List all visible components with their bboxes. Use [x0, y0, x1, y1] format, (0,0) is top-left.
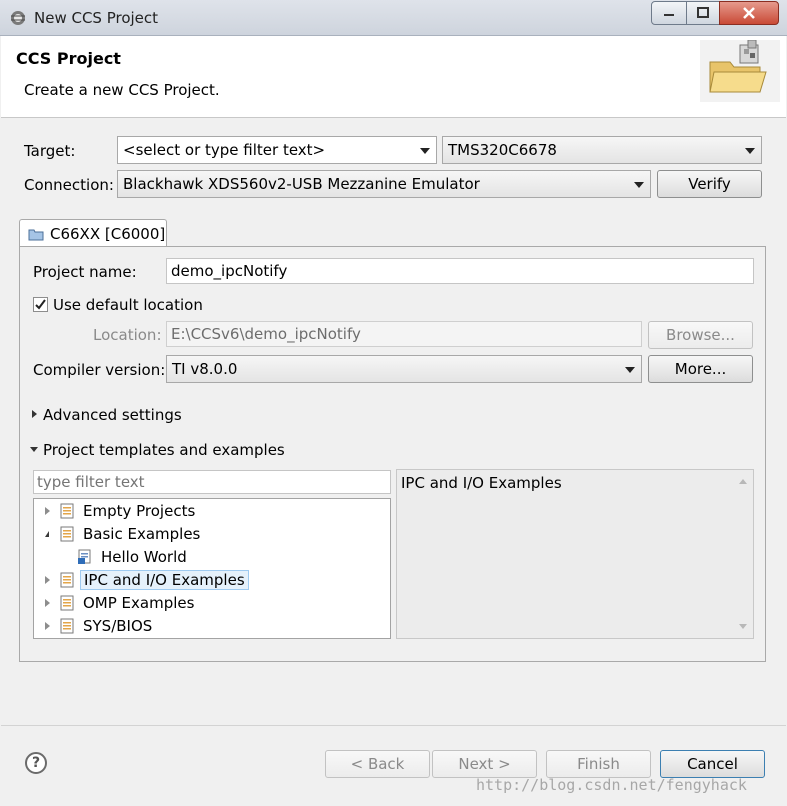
- page-description: Create a new CCS Project.: [24, 81, 220, 99]
- minimize-button[interactable]: [651, 1, 687, 25]
- tree-item-hello-world[interactable]: Hello World: [77, 546, 190, 568]
- target-filter-combo[interactable]: <select or type filter text>: [117, 136, 437, 164]
- tab-c66xx[interactable]: C66XX [C6000]: [19, 219, 167, 247]
- target-device-value: TMS320C6678: [448, 141, 557, 159]
- connection-label: Connection:: [24, 176, 114, 194]
- expand-arrow-icon[interactable]: [41, 576, 53, 584]
- dropdown-arrow-icon: [625, 367, 635, 373]
- back-button: < Back: [325, 750, 430, 778]
- dropdown-arrow-icon: [420, 148, 430, 154]
- tab-label: C66XX [C6000]: [50, 224, 166, 243]
- target-device-combo[interactable]: TMS320C6678: [442, 136, 762, 164]
- scroll-down-icon: [739, 624, 747, 629]
- tree-item-label: Basic Examples: [83, 525, 201, 543]
- target-filter-value: <select or type filter text>: [123, 141, 326, 159]
- tree-item-label: Hello World: [101, 548, 187, 566]
- footer-separator: [1, 725, 786, 726]
- description-scrollbar[interactable]: [733, 470, 753, 638]
- template-folder-icon: [60, 572, 74, 588]
- help-icon[interactable]: ?: [25, 752, 47, 774]
- scroll-up-icon: [739, 479, 747, 484]
- maximize-button[interactable]: [686, 1, 720, 25]
- compiler-version-value: TI v8.0.0: [172, 360, 238, 378]
- tree-item-label: IPC and I/O Examples: [80, 570, 249, 590]
- template-description-pane: [396, 469, 754, 639]
- expand-arrow-icon[interactable]: [41, 507, 53, 515]
- dropdown-arrow-icon: [745, 148, 755, 154]
- template-folder-icon: [60, 618, 74, 634]
- tree-item-ipc-io-examples[interactable]: IPC and I/O Examples: [41, 569, 249, 591]
- more-button[interactable]: More...: [648, 355, 753, 383]
- template-folder-icon: [60, 595, 74, 611]
- page-title: CCS Project: [16, 49, 121, 68]
- tree-item-omp-examples[interactable]: OMP Examples: [41, 592, 197, 614]
- project-name-value: demo_ipcNotify: [171, 262, 288, 280]
- new-project-folder-icon: [700, 40, 780, 102]
- template-description-text: IPC and I/O Examples: [401, 474, 562, 492]
- location-label: Location:: [93, 326, 162, 344]
- checkmark-icon: [35, 299, 46, 310]
- templates-section-toggle[interactable]: Project templates and examples: [43, 441, 285, 459]
- chevron-down-icon[interactable]: [30, 447, 38, 452]
- project-name-label: Project name:: [33, 263, 137, 281]
- template-folder-icon: [60, 503, 74, 519]
- expand-arrow-icon[interactable]: [41, 599, 53, 607]
- browse-button: Browse...: [648, 321, 753, 349]
- tree-item-label: Empty Projects: [83, 502, 196, 520]
- example-project-icon: [78, 549, 91, 564]
- maximize-icon: [697, 7, 709, 18]
- compiler-version-combo[interactable]: TI v8.0.0: [166, 355, 642, 383]
- template-folder-icon: [60, 526, 74, 542]
- collapse-arrow-icon[interactable]: [41, 531, 53, 537]
- watermark-text: http://blog.csdn.net/fengyhack: [476, 776, 747, 794]
- default-location-checkbox[interactable]: [33, 297, 48, 312]
- template-filter-input[interactable]: [33, 470, 391, 494]
- chevron-right-icon[interactable]: [32, 410, 37, 418]
- finish-button: Finish: [546, 750, 651, 778]
- eclipse-app-icon: [11, 11, 25, 25]
- close-icon: [743, 7, 755, 19]
- location-input: E:\CCSv6\demo_ipcNotify: [166, 321, 642, 347]
- dropdown-arrow-icon: [634, 182, 644, 188]
- folder-icon: [28, 229, 44, 240]
- tree-item-sys-bios[interactable]: SYS/BIOS: [41, 615, 155, 637]
- next-button: Next >: [432, 750, 537, 778]
- connection-value: Blackhawk XDS560v2-USB Mezzanine Emulato…: [123, 175, 480, 193]
- close-window-button[interactable]: [719, 1, 779, 25]
- tree-item-basic-examples[interactable]: Basic Examples: [41, 523, 203, 545]
- verify-button[interactable]: Verify: [657, 170, 762, 198]
- default-location-label: Use default location: [53, 296, 203, 314]
- project-name-input[interactable]: demo_ipcNotify: [166, 258, 754, 284]
- location-value: E:\CCSv6\demo_ipcNotify: [171, 325, 361, 343]
- connection-combo[interactable]: Blackhawk XDS560v2-USB Mezzanine Emulato…: [117, 170, 651, 198]
- tree-item-empty-projects[interactable]: Empty Projects: [41, 500, 198, 522]
- tree-item-label: SYS/BIOS: [83, 617, 153, 635]
- minimize-icon: [664, 14, 674, 16]
- expand-arrow-icon[interactable]: [41, 622, 53, 630]
- target-label: Target:: [24, 142, 76, 160]
- tree-item-label: OMP Examples: [83, 594, 195, 612]
- window-title: New CCS Project: [34, 9, 159, 27]
- advanced-settings-toggle[interactable]: Advanced settings: [43, 406, 182, 424]
- compiler-version-label: Compiler version:: [33, 361, 166, 379]
- cancel-button[interactable]: Cancel: [660, 750, 765, 778]
